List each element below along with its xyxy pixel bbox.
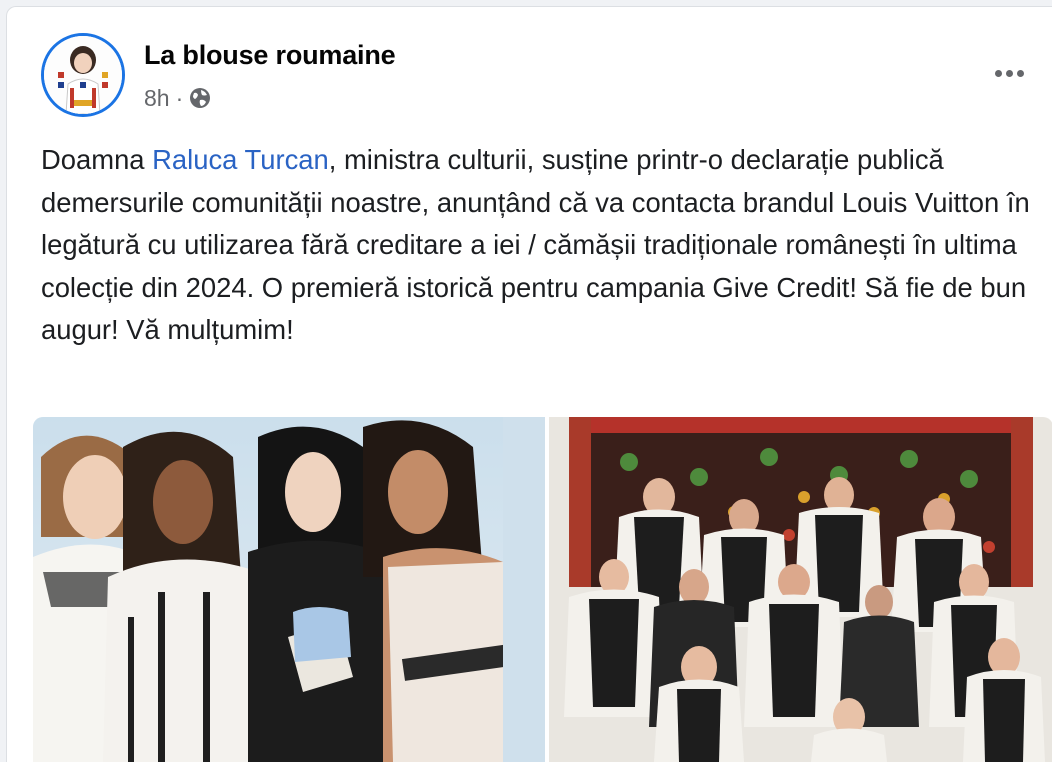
page-name[interactable]: La blouse roumaine [144, 40, 396, 71]
more-options-icon [994, 69, 1002, 77]
avatar-illustration [44, 36, 122, 114]
page-avatar[interactable] [41, 33, 125, 117]
post-text: Doamna Raluca Turcan, ministra culturii,… [41, 139, 1041, 352]
more-options-button[interactable] [985, 53, 1033, 93]
mention-link[interactable]: Raluca Turcan [152, 144, 329, 175]
post-card: La blouse roumaine 8h · Doamna Raluca Tu… [6, 6, 1052, 762]
post-time[interactable]: 8h [144, 85, 170, 112]
post-header: La blouse roumaine 8h · [7, 7, 1052, 127]
traditional-group-photo[interactable] [549, 417, 1052, 762]
text-before-mention: Doamna [41, 144, 153, 175]
post-media[interactable] [33, 417, 1052, 762]
meta-separator: · [175, 84, 184, 111]
fashion-campaign-photo[interactable] [33, 417, 545, 762]
post-meta: 8h · [144, 84, 211, 112]
more-options-dot [1005, 69, 1013, 77]
more-options-dot [1016, 69, 1024, 77]
globe-icon[interactable] [189, 87, 211, 109]
